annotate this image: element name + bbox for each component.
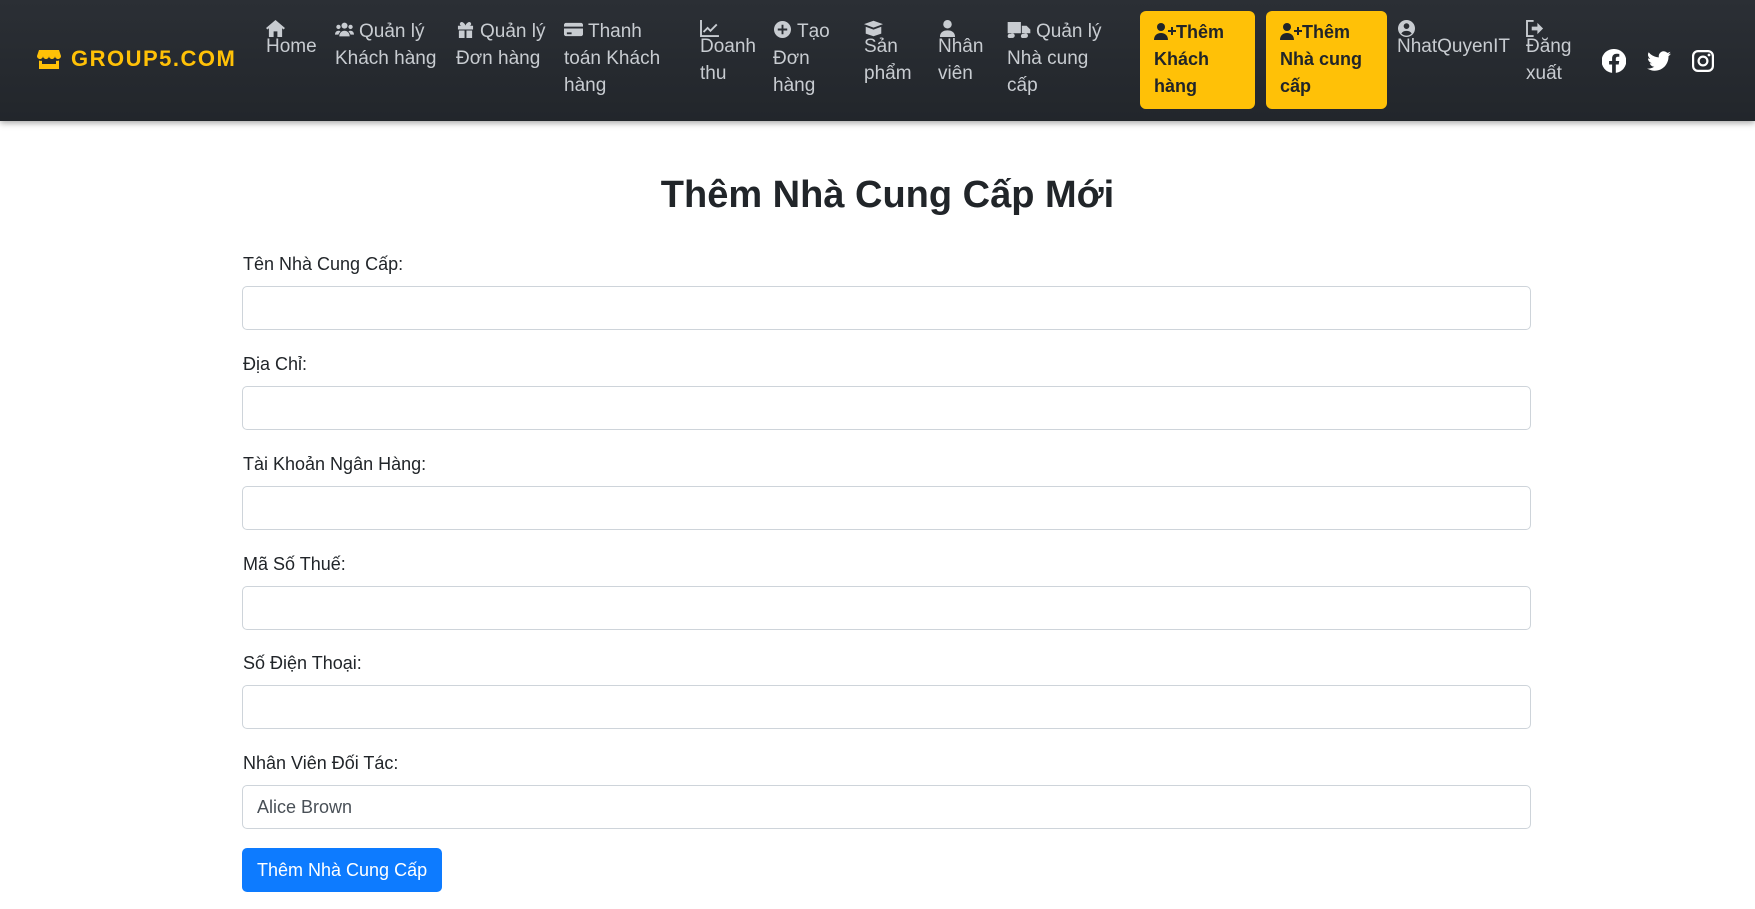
- brand-logo[interactable]: GROUP5.COM: [37, 45, 236, 73]
- nav-label: Sản phẩm: [864, 36, 912, 84]
- bank-account-input[interactable]: [242, 486, 1531, 530]
- user-tie-icon: [938, 18, 957, 37]
- user-plus-icon: [1280, 21, 1302, 40]
- tax-code-label: Mã Số Thuế:: [243, 554, 346, 574]
- partner-employee-select[interactable]: Alice Brown: [242, 785, 1531, 829]
- nav-item-customers[interactable]: Quản lý Khách hàng: [335, 18, 436, 72]
- phone-input[interactable]: [242, 685, 1531, 729]
- sign-out-icon: [1526, 18, 1545, 37]
- logout-label: Đăng xuất: [1526, 36, 1572, 84]
- supplier-name-input[interactable]: [242, 286, 1531, 330]
- twitter-icon[interactable]: [1647, 49, 1671, 73]
- add-supplier-button[interactable]: Thêm Nhà cung cấp: [1266, 11, 1387, 109]
- gift-icon: [456, 19, 475, 38]
- phone-label: Số Điện Thoại:: [243, 653, 362, 673]
- bank-account-label: Tài Khoản Ngân Hàng:: [243, 454, 427, 474]
- logout-link[interactable]: Đăng xuất: [1526, 18, 1571, 87]
- credit-card-icon: [564, 19, 583, 37]
- nav-item-home[interactable]: Home: [266, 18, 317, 60]
- address-label: Địa Chỉ:: [243, 354, 308, 374]
- nav-item-customer-payments[interactable]: Thanh toán Khách hàng: [564, 18, 660, 99]
- users-icon: [335, 19, 354, 37]
- box-open-icon: [864, 18, 883, 37]
- nav-item-suppliers[interactable]: Quản lý Nhà cung cấp: [1007, 18, 1101, 99]
- nav-label: Nhân viên: [938, 36, 984, 84]
- nav-label: Doanh thu: [700, 36, 756, 84]
- page-title: Thêm Nhà Cung Cấp Mới: [660, 174, 1115, 216]
- user-plus-icon: [1154, 21, 1176, 40]
- truck-icon: [1007, 19, 1031, 39]
- user-circle-icon: [1397, 18, 1416, 37]
- nav-label: Home: [266, 36, 317, 57]
- chart-line-icon: [700, 18, 719, 37]
- home-icon: [266, 18, 285, 37]
- nav-item-products[interactable]: Sản phẩm: [864, 18, 912, 87]
- plus-circle-icon: [773, 19, 792, 38]
- instagram-icon[interactable]: [1691, 49, 1715, 73]
- nav-item-revenue[interactable]: Doanh thu: [700, 18, 756, 87]
- nav-item-orders[interactable]: Quản lý Đơn hàng: [456, 18, 545, 72]
- add-supplier-submit-button[interactable]: Thêm Nhà Cung Cấp: [242, 848, 443, 892]
- top-navbar: GROUP5.COM Home Quản lý Khách hàng Quản …: [0, 0, 1755, 121]
- brand-label: GROUP5.COM: [71, 46, 237, 71]
- user-profile-link[interactable]: NhatQuyenIT: [1397, 18, 1510, 60]
- add-customer-button[interactable]: Thêm Khách hàng: [1140, 11, 1255, 109]
- address-input[interactable]: [242, 386, 1531, 430]
- facebook-icon[interactable]: [1601, 48, 1627, 73]
- tax-code-input[interactable]: [242, 586, 1531, 630]
- partner-employee-selected: Alice Brown: [257, 796, 353, 817]
- nav-item-create-order[interactable]: Tạo Đơn hàng: [773, 18, 830, 99]
- supplier-name-label: Tên Nhà Cung Cấp:: [243, 254, 404, 274]
- username-label: NhatQuyenIT: [1397, 36, 1510, 57]
- store-icon: [37, 50, 61, 69]
- nav-item-employees[interactable]: Nhân viên: [938, 18, 983, 87]
- partner-employee-label: Nhân Viên Đối Tác:: [243, 753, 399, 773]
